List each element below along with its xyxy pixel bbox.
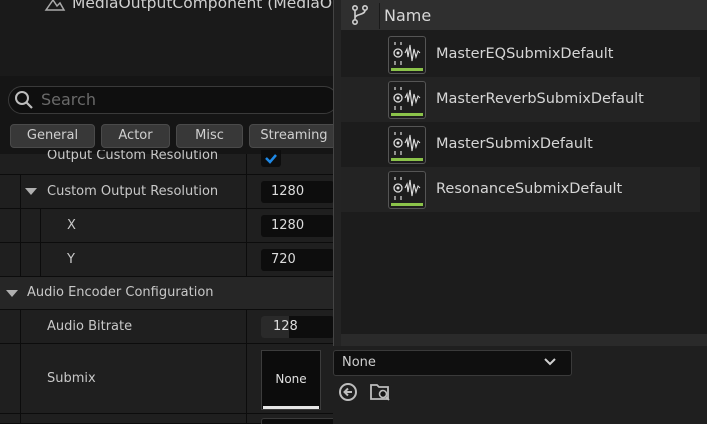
expand-arrow-icon[interactable] xyxy=(25,188,37,195)
audio-encoder-configuration-label: Audio Encoder Configuration xyxy=(27,285,214,300)
popup-footer xyxy=(341,334,707,346)
collapse-arrow-icon[interactable] xyxy=(6,290,18,297)
name-column-header[interactable]: Name xyxy=(384,6,431,25)
y-label: Y xyxy=(67,252,75,267)
use-selected-asset-icon[interactable] xyxy=(337,381,359,403)
header-divider xyxy=(379,3,380,29)
asset-name: ResonanceSubmixDefault xyxy=(436,181,623,197)
audio-bitrate-label: Audio Bitrate xyxy=(47,319,133,334)
source-branch-icon[interactable] xyxy=(350,4,370,26)
submix-label: Submix xyxy=(47,371,96,386)
sound-submix-icon xyxy=(388,171,426,209)
browse-asset-icon[interactable] xyxy=(369,381,393,403)
filter-misc[interactable]: Misc xyxy=(176,124,243,148)
submix-combo-value: None xyxy=(342,355,376,370)
sound-submix-icon xyxy=(388,36,426,74)
x-label: X xyxy=(67,218,76,233)
submix-thumbnail-text: None xyxy=(275,372,307,386)
component-icon xyxy=(44,0,66,11)
custom-output-resolution-label: Custom Output Resolution xyxy=(47,184,219,199)
output-custom-resolution-label: Output Custom Resolution xyxy=(47,150,219,163)
asset-name: MasterSubmixDefault xyxy=(436,136,593,152)
audio-bitrate-input[interactable]: 128 xyxy=(261,316,334,338)
x-input[interactable]: 1280 xyxy=(261,215,334,237)
asset-name: MasterEQSubmixDefault xyxy=(436,46,614,62)
search-icon xyxy=(15,91,33,109)
component-label[interactable]: MediaOutputComponent (MediaO xyxy=(72,0,332,12)
checkmark-icon xyxy=(265,154,277,164)
sound-submix-icon xyxy=(388,126,426,164)
scrollbar-track[interactable] xyxy=(700,30,707,334)
chevron-down-icon[interactable] xyxy=(543,356,557,368)
sound-submix-icon xyxy=(388,81,426,119)
thumbnail-type-bar xyxy=(263,406,319,409)
custom-output-resolution-input[interactable]: 1280 xyxy=(261,181,334,203)
search-placeholder: Search xyxy=(41,90,96,109)
y-input[interactable]: 720 xyxy=(261,249,334,271)
asset-name: MasterReverbSubmixDefault xyxy=(436,91,644,107)
filter-streaming[interactable]: Streaming xyxy=(249,124,339,148)
output-custom-resolution-checkbox[interactable] xyxy=(261,150,281,167)
asset-row[interactable]: MasterEQSubmixDefault xyxy=(341,32,700,77)
asset-row[interactable]: MasterReverbSubmixDefault xyxy=(341,77,700,122)
asset-row[interactable]: MasterSubmixDefault xyxy=(341,122,700,167)
asset-row[interactable]: ResonanceSubmixDefault xyxy=(341,167,700,212)
filter-actor[interactable]: Actor xyxy=(101,124,170,148)
audio-bitrate-value: 128 xyxy=(273,319,298,334)
filter-general[interactable]: General xyxy=(10,124,95,148)
